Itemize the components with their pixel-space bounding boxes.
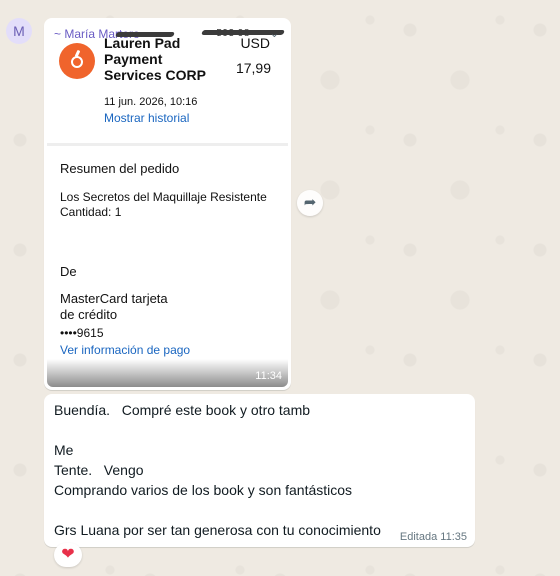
redaction-scribble [115, 32, 175, 37]
product-name: Los Secretos del Maquillaje Resistente [60, 190, 267, 204]
product-quantity: Cantidad: 1 [60, 205, 122, 219]
forward-button[interactable]: ➦ [297, 190, 323, 216]
image-message-time: 11:34 [255, 370, 282, 382]
receipt-divider [47, 143, 288, 146]
show-history-link: Mostrar historial [104, 111, 190, 125]
order-date: 11 jun. 2026, 10:16 [104, 96, 198, 108]
message-meta: Editada 11:35 [400, 531, 467, 543]
chevron-down-icon[interactable]: ⌄ [270, 27, 279, 40]
image-footer-gradient [47, 359, 288, 387]
edited-label: Editada [399, 531, 438, 543]
sender-header: ~ María Martero +593 98 ⌄ [54, 27, 285, 43]
message-line: Tente. Vengo [54, 462, 144, 478]
text-message-time: 11:35 [440, 531, 467, 543]
text-message-bubble[interactable]: Buendía. Compré este book y otro tamb Me… [44, 394, 475, 547]
receipt-image[interactable]: Lauren Pad Payment Services CORP USD 17,… [47, 21, 288, 387]
payment-info-link: Ver información de pago [60, 343, 191, 357]
card-number: ••••9615 [60, 326, 104, 340]
merchant-logo-icon [59, 43, 95, 79]
message-line: Buendía. Compré este book y otro tamb [54, 402, 311, 418]
heart-icon: ❤ [61, 546, 75, 563]
image-message-bubble[interactable]: Lauren Pad Payment Services CORP USD 17,… [44, 18, 291, 390]
message-line: Grs Luana por ser tan generosa con tu co… [54, 522, 381, 538]
sender-avatar[interactable]: M [6, 18, 32, 44]
heart-reaction[interactable]: ❤ [54, 543, 82, 567]
forward-icon: ➦ [303, 194, 317, 211]
order-summary-title: Resumen del pedido [60, 161, 180, 176]
from-title: De [60, 264, 77, 279]
amount-value: 17,99 [235, 60, 271, 76]
message-line: Me [54, 442, 74, 458]
message-line: Comprando varios de los book y son fantá… [54, 482, 353, 498]
card-name: MasterCard tarjeta de crédito [60, 291, 168, 322]
